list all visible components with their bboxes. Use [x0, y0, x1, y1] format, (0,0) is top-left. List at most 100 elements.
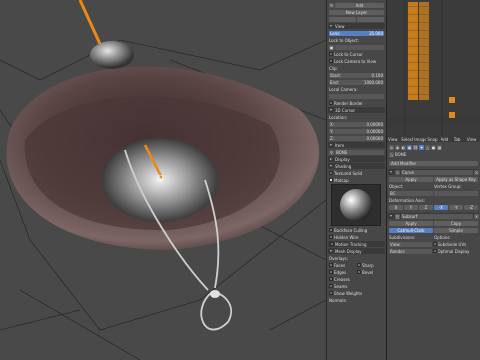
subdivide-uvs-checkbox[interactable] [432, 242, 437, 246]
expand-triangle-icon [330, 144, 332, 146]
bevel-checkbox[interactable] [357, 270, 361, 274]
simple-button[interactable]: Simple [434, 227, 478, 233]
axis-x-button[interactable]: X [389, 204, 403, 210]
subsurf-modifier-name[interactable]: Subsurf [401, 213, 473, 219]
motion-tracking-checkbox[interactable] [330, 242, 334, 246]
close-icon[interactable]: × [474, 169, 479, 175]
blank-button-1[interactable] [329, 16, 356, 22]
curve-apply-shape-button[interactable]: Apply as Shape Key [434, 176, 478, 182]
axis-y-button[interactable]: Y [404, 204, 418, 210]
expand-triangle-icon [330, 250, 332, 252]
lock-camera-checkbox[interactable] [329, 59, 333, 63]
new-layer-button[interactable]: New Layer [329, 9, 384, 15]
tab-view[interactable]: View [388, 137, 400, 142]
clip-start-field[interactable]: Start: 0.100 [329, 72, 384, 78]
matcap-preview[interactable] [331, 184, 381, 226]
mesh-display-header[interactable]: Mesh Display [328, 248, 385, 254]
keyframe-grid [387, 0, 480, 136]
shading-section-header[interactable]: Shading [328, 163, 385, 169]
collapse-triangle-icon [330, 158, 332, 160]
world-icon[interactable]: ◐ [401, 144, 406, 150]
add-modifier-button[interactable]: Add Modifier [389, 160, 478, 166]
local-camera-label: Local Camera: [329, 86, 358, 92]
cube-icon: ▣ [329, 44, 334, 50]
expand-triangle-icon [330, 165, 332, 167]
optimal-display-checkbox[interactable] [432, 249, 437, 253]
cursor-x-field[interactable]: X: 0.00000 [329, 121, 384, 127]
expand-triangle-icon [390, 215, 392, 217]
display-section-header[interactable]: Display [328, 156, 385, 162]
close-icon[interactable]: × [474, 213, 479, 219]
axis-neg-x-button[interactable]: -X [434, 204, 448, 210]
view-section-header[interactable]: View [328, 23, 385, 29]
render-icon[interactable]: ◎ [389, 144, 394, 150]
item-section-header[interactable]: Item [328, 142, 385, 148]
lock-to-cursor-checkbox[interactable] [329, 52, 333, 56]
keyframe-marker [449, 112, 455, 118]
lock-to-object-label: Lock to Object: [329, 37, 360, 43]
seams-checkbox[interactable] [329, 284, 333, 288]
material-icon[interactable]: ● [431, 144, 436, 150]
render-levels-field[interactable]: Render: [389, 248, 432, 254]
backface-culling-checkbox[interactable] [329, 228, 333, 232]
tab-select[interactable]: Select [401, 137, 413, 142]
motion-tracking-header[interactable]: Motion Tracking [328, 241, 385, 247]
curve-modifier-name[interactable]: Curve [401, 169, 473, 175]
axis-neg-z-button[interactable]: -Z [464, 204, 478, 210]
faces-checkbox[interactable] [329, 263, 333, 267]
grease-pencil-icon[interactable]: ✎ [329, 2, 334, 8]
show-weights-checkbox[interactable] [329, 291, 333, 295]
local-camera-field[interactable] [329, 93, 384, 99]
rope-knot [210, 290, 220, 298]
subsurf-apply-button[interactable]: Apply [389, 220, 433, 226]
tab-view-2[interactable]: View [467, 137, 479, 142]
clip-end-field[interactable]: End: 1000.000 [329, 79, 384, 85]
axis-z-button[interactable]: Z [419, 204, 433, 210]
lens-field[interactable]: Lens: 35.000 [329, 30, 384, 36]
textured-solid-checkbox[interactable] [329, 171, 333, 175]
3d-viewport[interactable] [0, 0, 326, 360]
object-icon[interactable]: ▣ [407, 144, 412, 150]
view-levels-field[interactable]: View: [389, 241, 432, 247]
expand-triangle-icon [330, 109, 332, 111]
properties-editor: View Select Image Snap Add Tab View ◎ ◈ … [386, 136, 480, 360]
tab-add[interactable]: Add [441, 137, 453, 142]
vertex-group-field[interactable] [434, 190, 478, 196]
cursor-y-field[interactable]: Y: 0.00000 [329, 128, 384, 134]
view-properties-panel: ✎ Add New Layer View Lens: 35.000 Lock to… [326, 0, 386, 360]
outliner-area[interactable] [386, 0, 480, 136]
curve-modifier-header[interactable]: ∿ Curve × [388, 169, 479, 175]
constraint-icon[interactable]: ⛓ [413, 144, 418, 150]
curve-modifier-icon: ∿ [395, 169, 400, 175]
curve-apply-button[interactable]: Apply [389, 176, 433, 182]
tab-tab[interactable]: Tab [454, 137, 466, 142]
scene-icon[interactable]: ◈ [395, 144, 400, 150]
viewport-scene [0, 0, 326, 360]
3d-cursor-section-header[interactable]: 3D Cursor [328, 107, 385, 113]
creases-checkbox[interactable] [329, 277, 333, 281]
curve-object-field[interactable]: BC [389, 190, 433, 196]
subsurf-copy-button[interactable]: Copy [434, 220, 478, 226]
item-name-field[interactable]: BONE [335, 149, 384, 155]
render-border-checkbox[interactable] [329, 101, 333, 105]
modifier-wrench-icon[interactable]: ✦ [419, 144, 424, 150]
add-button[interactable]: Add [335, 2, 384, 8]
matcap-sphere-icon [340, 189, 372, 221]
sharp-checkbox[interactable] [357, 263, 361, 267]
tab-snap[interactable]: Snap [427, 137, 439, 142]
tab-image[interactable]: Image [414, 137, 426, 142]
object-name: BONE [395, 151, 407, 157]
texture-icon[interactable]: ▦ [437, 144, 442, 150]
blank-button-2[interactable] [357, 16, 384, 22]
axis-neg-y-button[interactable]: -Y [449, 204, 463, 210]
data-icon[interactable]: △ [425, 144, 430, 150]
keyframe-marker [449, 97, 455, 103]
hidden-wire-checkbox[interactable] [329, 235, 333, 239]
cursor-z-field[interactable]: Z: 0.00000 [329, 135, 384, 141]
expand-triangle-icon [330, 25, 332, 27]
edges-checkbox[interactable] [329, 270, 333, 274]
matcap-checkbox[interactable] [329, 178, 333, 182]
subsurf-modifier-header[interactable]: ◰ Subsurf × [388, 213, 479, 219]
catmull-clark-button[interactable]: Catmull-Clark [389, 227, 433, 233]
lock-object-field[interactable] [335, 44, 384, 50]
